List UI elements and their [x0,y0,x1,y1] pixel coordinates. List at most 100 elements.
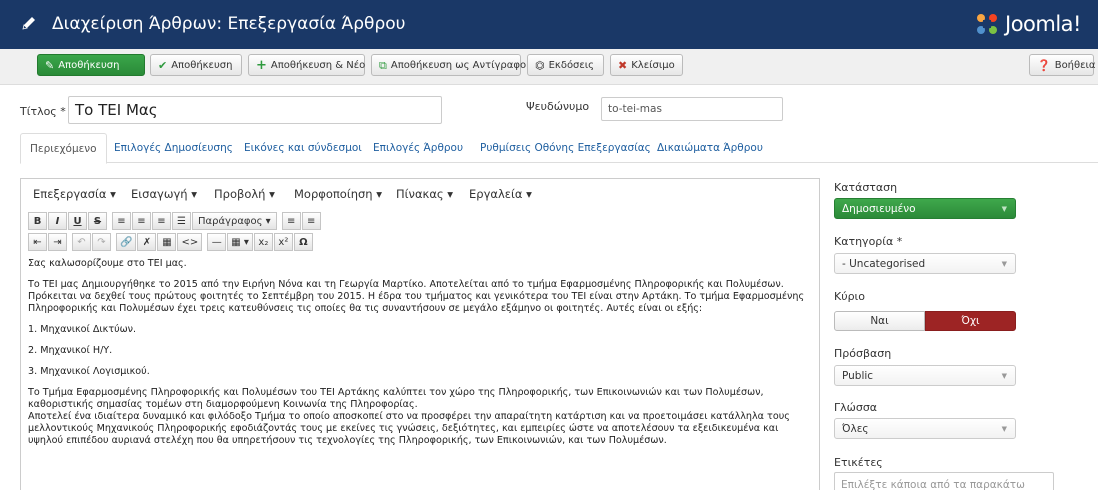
superscript-icon[interactable]: x² [273,233,293,251]
bullet-list-icon[interactable]: ≡ [281,212,301,230]
toolbar: ✎ Αποθήκευση ✔ Αποθήκευση + Αποθήκευση &… [0,49,1098,85]
undo-icon[interactable]: ↶ [72,233,91,251]
save-copy-label: Αποθήκευση ως Αντίγραφο [390,59,527,71]
special-char-icon[interactable]: Ω [293,233,313,251]
admin-header: Διαχείριση Άρθρων: Επεξεργασία Άρθρου Jo… [0,0,1098,49]
tab-bar: Περιεχόμενο Επιλογές Δημοσίευσης Εικόνες… [20,133,1098,164]
italic-button[interactable]: I [48,212,67,230]
alias-field[interactable]: to-tei-mas [601,97,783,121]
save-button-label: Αποθήκευση [58,59,120,71]
code-icon[interactable]: <> [177,233,203,251]
access-label: Πρόσβαση [834,347,892,360]
save-close-label: Αποθήκευση [171,59,233,71]
category-label: Κατηγορία * [834,235,903,248]
editor-toolbar-row-1: B I U S ≡ ≡ ≡ ☰ Παράγραφος ▾ ≡ ≡ [28,212,322,230]
title-field[interactable]: Το ΤΕΙ Μας [68,96,442,124]
close-label: Κλείσιμο [631,59,675,71]
menu-edit[interactable]: Επεξεργασία ▾ [33,187,116,201]
menu-insert[interactable]: Εισαγωγή ▾ [131,187,197,201]
bold-button[interactable]: B [28,212,47,230]
menu-view[interactable]: Προβολή ▾ [214,187,275,201]
status-value: Δημοσιευμένο [842,202,916,215]
menu-table[interactable]: Πίνακας ▾ [396,187,453,201]
tags-input[interactable]: Επιλέξτε κάποια από τα παρακάτω [834,472,1054,490]
tab-editor-config[interactable]: Ρυθμίσεις Οθόνης Επεξεργασίας [471,133,660,163]
menu-tools[interactable]: Εργαλεία ▾ [469,187,532,201]
question-icon: ❓ [1037,58,1051,72]
tab-article-options[interactable]: Επιλογές Άρθρου [364,133,472,163]
menu-format[interactable]: Μορφοποίηση ▾ [294,187,382,201]
edit-icon: ✎ [45,58,55,72]
editor-toolbar-row-2: ⇤ ⇥ ↶ ↷ 🔗 ✗ ▦ <> — ▦ ▾ x₂ x² Ω [28,233,314,251]
pencil-icon [22,17,35,30]
numbered-list-icon[interactable]: ≡ [301,212,321,230]
save-new-button[interactable]: + Αποθήκευση & Νέο [248,54,365,76]
align-justify-icon[interactable]: ☰ [172,212,191,230]
featured-label: Κύριο [834,290,866,303]
strikethrough-button[interactable]: S [88,212,107,230]
content-paragraph: Το ΤΕΙ μας Δημιουργήθηκε το 2015 από την… [28,279,805,314]
joomla-logo-icon [977,14,997,34]
save-button[interactable]: ✎ Αποθήκευση [37,54,145,76]
tab-images-links[interactable]: Εικόνες και σύνδεσμοι [235,133,371,163]
underline-button[interactable]: U [68,212,87,230]
access-value: Public [842,369,874,382]
table-icon[interactable]: ▦ ▾ [227,233,253,251]
logo-text: Joomla! [1005,12,1081,36]
save-copy-button[interactable]: ⧉ Αποθήκευση ως Αντίγραφο [371,54,526,76]
featured-toggle: Ναι Όχι [834,311,1016,331]
tags-label: Ετικέτες [834,456,883,469]
access-select[interactable]: Public ▼ [834,365,1016,386]
help-button[interactable]: ❓ Βοήθεια [1029,54,1096,76]
joomla-logo[interactable]: Joomla! [974,8,1081,40]
text-editor: Επεξεργασία ▾ Εισαγωγή ▾ Προβολή ▾ Μορφο… [20,178,820,490]
category-value: - Uncategorised [842,257,926,270]
chevron-down-icon: ▼ [1001,425,1007,433]
check-icon: ✔ [158,58,168,72]
alias-value: to-tei-mas [608,103,662,115]
align-center-icon[interactable]: ≡ [132,212,151,230]
align-right-icon[interactable]: ≡ [152,212,171,230]
content-paragraph: Το Τμήμα Εφαρμοσμένης Πληροφορικής και Π… [28,387,790,446]
plus-icon: + [256,57,267,73]
save-close-button[interactable]: ✔ Αποθήκευση [150,54,242,76]
editor-content[interactable]: Σας καλωσορίζουμε στο ΤΕΙ μας. Το ΤΕΙ μα… [21,258,819,456]
language-select[interactable]: Όλες ▼ [834,418,1016,439]
versions-button[interactable]: ⏣ Εκδόσεις [527,54,604,76]
align-left-icon[interactable]: ≡ [112,212,131,230]
cancel-icon: ✖ [618,58,628,72]
featured-no-button[interactable]: Όχι [925,311,1016,331]
link-icon[interactable]: 🔗 [116,233,137,251]
archive-icon: ⏣ [535,58,545,72]
outdent-icon[interactable]: ⇤ [28,233,47,251]
title-value: Το ΤΕΙ Μας [75,101,158,119]
subscript-icon[interactable]: x₂ [253,233,273,251]
chevron-down-icon: ▼ [1001,205,1007,213]
indent-icon[interactable]: ⇥ [48,233,67,251]
alias-label: Ψευδώνυμο [526,100,590,113]
unlink-icon[interactable]: ✗ [137,233,157,251]
chevron-down-icon: ▼ [1001,372,1007,380]
content-paragraph: 3. Μηχανικοί Λογισμικού. [28,366,150,377]
tab-permissions[interactable]: Δικαιώματα Άρθρου [648,133,772,163]
content-paragraph: 1. Μηχανικοί Δικτύων. [28,324,137,335]
tab-content[interactable]: Περιεχόμενο [20,133,107,164]
close-button[interactable]: ✖ Κλείσιμο [610,54,683,76]
content-paragraph: Σας καλωσορίζουμε στο ΤΕΙ μας. [28,258,187,269]
horizontal-rule-icon[interactable]: — [207,233,227,251]
help-label: Βοήθεια [1054,59,1096,71]
save-new-label: Αποθήκευση & Νέο [270,59,366,71]
category-select[interactable]: - Uncategorised ▼ [834,253,1016,274]
title-label: Τίτλος * [20,105,66,118]
featured-yes-button[interactable]: Ναι [834,311,925,331]
tab-publishing[interactable]: Επιλογές Δημοσίευσης [105,133,242,163]
redo-icon[interactable]: ↷ [92,233,111,251]
language-label: Γλώσσα [834,401,878,414]
editor-menubar: Επεξεργασία ▾ Εισαγωγή ▾ Προβολή ▾ Μορφο… [21,179,819,208]
chevron-down-icon: ▼ [1001,260,1007,268]
versions-label: Εκδόσεις [548,59,595,71]
format-select[interactable]: Παράγραφος ▾ [192,212,277,230]
status-select[interactable]: Δημοσιευμένο ▼ [834,198,1016,219]
image-icon[interactable]: ▦ [157,233,177,251]
copy-icon: ⧉ [379,58,387,72]
